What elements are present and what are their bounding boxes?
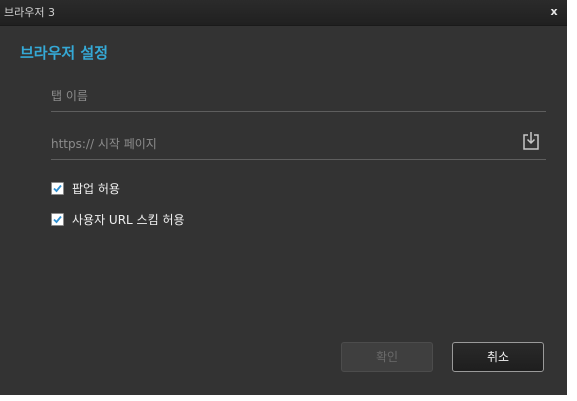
window-title: 브라우저 3: [4, 6, 55, 19]
allow-popup-label: 팝업 허용: [72, 182, 120, 196]
browser-settings-dialog: 브라우저 3 x 브라우저 설정 팝업 허용 사용자 URL: [0, 0, 567, 395]
ok-button[interactable]: 확인: [341, 342, 433, 372]
title-bar[interactable]: 브라우저 3 x: [0, 0, 567, 26]
close-icon[interactable]: x: [547, 4, 561, 20]
download-icon[interactable]: [522, 131, 540, 151]
dialog-heading: 브라우저 설정: [20, 44, 109, 62]
tab-name-input[interactable]: [51, 82, 491, 110]
allow-popup-checkbox[interactable]: [51, 182, 64, 195]
home-page-field: [51, 130, 546, 160]
allow-url-scheme-label: 사용자 URL 스킴 허용: [72, 213, 185, 227]
allow-url-scheme-checkbox[interactable]: [51, 213, 64, 226]
home-page-input[interactable]: [51, 130, 491, 158]
checkmark-icon: [53, 184, 62, 193]
checkmark-icon: [53, 215, 62, 224]
tab-name-field: [51, 82, 546, 112]
cancel-button[interactable]: 취소: [452, 342, 544, 372]
